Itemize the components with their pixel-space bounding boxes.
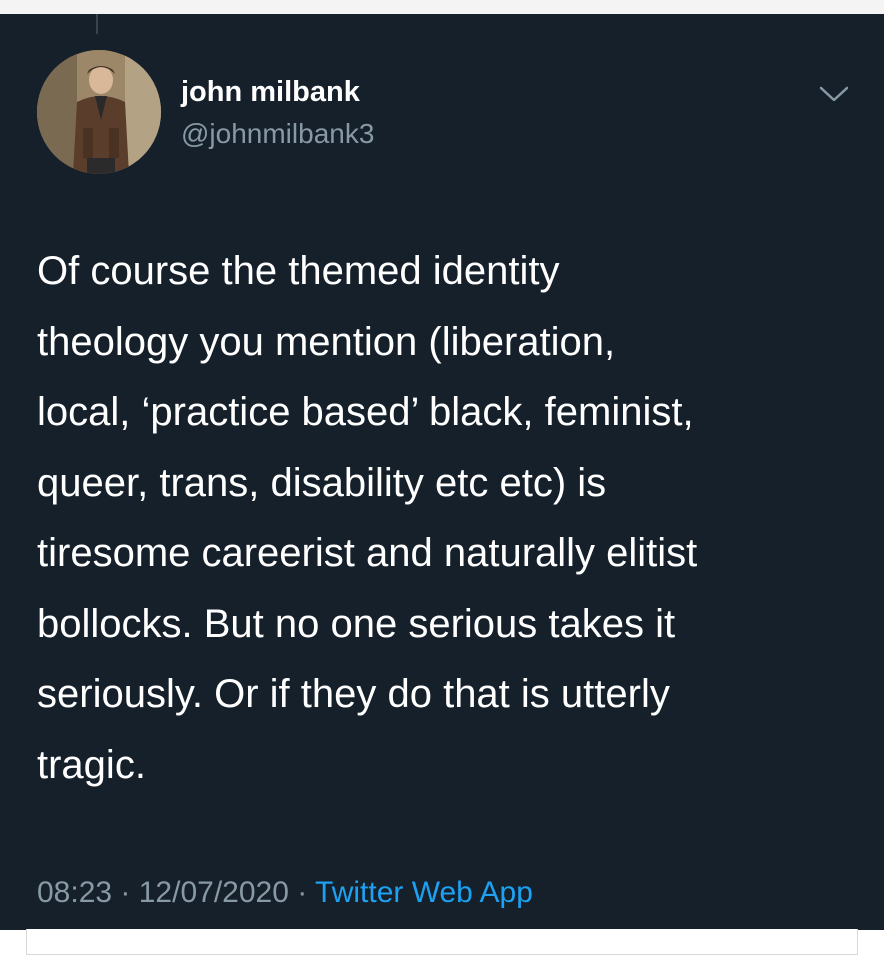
tweet-text-line: queer, trans, disability etc etc) is xyxy=(37,460,607,505)
tweet-text-line: tiresome careerist and naturally elitist xyxy=(37,531,698,575)
tweet-text-line: theology you mention (liberation, xyxy=(37,319,616,364)
tweet-text-line: tragic. xyxy=(37,742,146,787)
screenshot-frame: john milbank @johnmilbank3 Of course the… xyxy=(0,0,884,960)
chevron-down-icon[interactable] xyxy=(818,84,850,104)
meta-separator: · xyxy=(288,876,316,909)
tweet-metadata: 08:23 · 12/07/2020 · Twitter Web App xyxy=(37,876,533,910)
user-display-name[interactable]: john milbank xyxy=(181,76,360,109)
tweet-card: john milbank @johnmilbank3 Of course the… xyxy=(0,14,884,930)
thread-connector-line xyxy=(96,14,98,34)
tweet-time[interactable]: 08:23 xyxy=(37,876,112,909)
user-handle[interactable]: @johnmilbank3 xyxy=(181,118,374,150)
tweet-text-line: seriously. Or if they do that is utterly xyxy=(37,672,670,716)
avatar-photo xyxy=(37,50,161,174)
tweet-text-line: Of course the themed identity xyxy=(37,249,560,293)
bottom-border xyxy=(26,929,858,955)
avatar[interactable] xyxy=(37,50,161,174)
meta-separator: · xyxy=(112,876,139,909)
tweet-text: Of course the themed identity theology y… xyxy=(37,236,857,800)
tweet-text-line: local, ‘practice based’ black, feminist, xyxy=(37,390,694,434)
tweet-date[interactable]: 12/07/2020 xyxy=(139,876,289,909)
tweet-text-line: bollocks. But no one serious takes it xyxy=(37,601,676,646)
top-strip xyxy=(0,0,884,14)
tweet-source-link[interactable]: Twitter Web App xyxy=(315,876,533,909)
